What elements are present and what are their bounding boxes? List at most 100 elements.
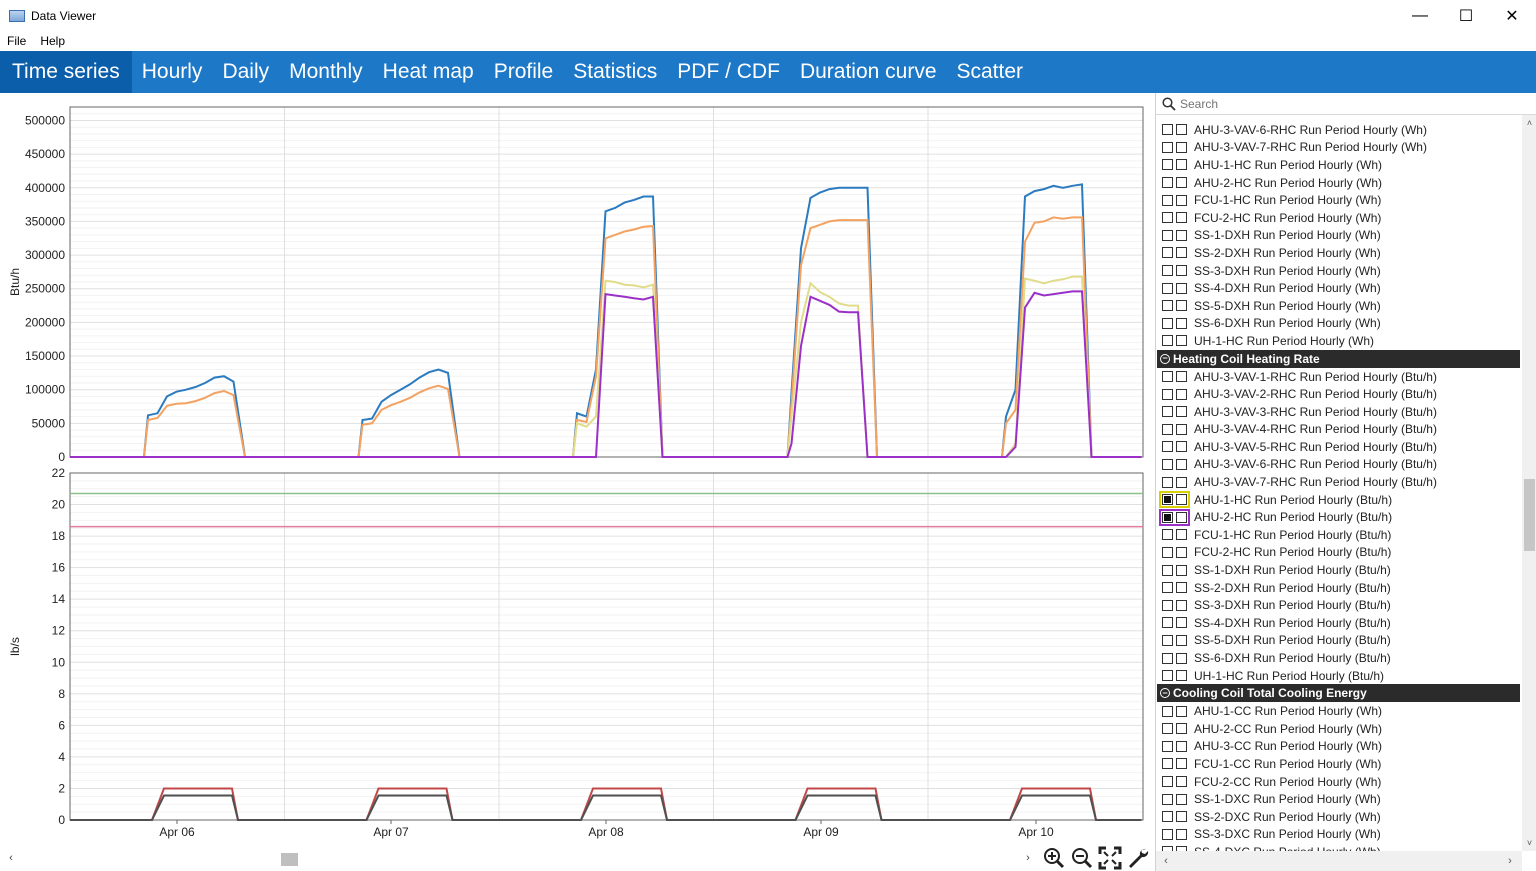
series-checkbox-right-axis[interactable] xyxy=(1176,423,1187,435)
series-checkbox-left-axis[interactable] xyxy=(1162,793,1173,805)
series-checkbox-right-axis[interactable] xyxy=(1176,317,1187,329)
collapse-icon[interactable]: − xyxy=(1160,688,1170,699)
series-checkbox-left-axis[interactable] xyxy=(1162,458,1173,470)
series-checkbox-right-axis[interactable] xyxy=(1176,300,1187,312)
list-item[interactable]: FCU-1-CC Run Period Hourly (Wh) xyxy=(1156,755,1522,773)
series-checkbox-left-axis[interactable] xyxy=(1162,265,1173,277)
tab-hourly[interactable]: Hourly xyxy=(132,51,213,93)
zoom-out-button[interactable] xyxy=(1068,844,1096,871)
series-checkbox-left-axis[interactable] xyxy=(1162,617,1173,629)
series-checkbox-right-axis[interactable] xyxy=(1176,546,1187,558)
series-checkbox-left-axis[interactable] xyxy=(1162,740,1173,752)
list-item[interactable]: AHU-1-HC Run Period Hourly (Btu/h) xyxy=(1156,491,1522,509)
series-checkbox-left-axis[interactable] xyxy=(1162,423,1173,435)
group-header[interactable]: − Heating Coil Heating Rate xyxy=(1157,349,1520,368)
fit-all-button[interactable] xyxy=(1096,844,1124,871)
collapse-icon[interactable]: − xyxy=(1160,353,1170,364)
search-input[interactable] xyxy=(1180,96,1510,111)
series-checkbox-left-axis[interactable] xyxy=(1162,335,1173,347)
series-checkbox-right-axis[interactable] xyxy=(1176,282,1187,294)
series-checkbox-left-axis[interactable] xyxy=(1162,300,1173,312)
series-checkbox-left-axis[interactable] xyxy=(1162,828,1173,840)
zoom-in-button[interactable] xyxy=(1040,844,1068,871)
scroll-up-icon[interactable]: ˄ xyxy=(1522,115,1536,131)
series-checkbox-left-axis[interactable] xyxy=(1162,371,1173,383)
list-item[interactable]: SS-5-DXH Run Period Hourly (Btu/h) xyxy=(1156,632,1522,650)
series-checkbox-left-axis[interactable] xyxy=(1162,229,1173,241)
series-checkbox-right-axis[interactable] xyxy=(1176,617,1187,629)
list-item[interactable]: SS-6-DXH Run Period Hourly (Wh) xyxy=(1156,315,1522,333)
series-checkbox-right-axis[interactable] xyxy=(1176,564,1187,576)
series-checkbox-right-axis[interactable] xyxy=(1176,247,1187,259)
series-checkbox-left-axis[interactable] xyxy=(1162,441,1173,453)
series-checkbox-right-axis[interactable] xyxy=(1176,511,1187,523)
list-item[interactable]: FCU-2-HC Run Period Hourly (Btu/h) xyxy=(1156,544,1522,562)
tab-profile[interactable]: Profile xyxy=(484,51,564,93)
series-checkbox-left-axis[interactable] xyxy=(1162,582,1173,594)
list-item[interactable]: AHU-2-CC Run Period Hourly (Wh) xyxy=(1156,720,1522,738)
list-item[interactable]: SS-2-DXH Run Period Hourly (Btu/h) xyxy=(1156,579,1522,597)
list-item[interactable]: AHU-2-HC Run Period Hourly (Wh) xyxy=(1156,174,1522,192)
series-checkbox-right-axis[interactable] xyxy=(1176,705,1187,717)
series-checkbox-left-axis[interactable] xyxy=(1162,317,1173,329)
series-checkbox-right-axis[interactable] xyxy=(1176,335,1187,347)
series-checkbox-left-axis[interactable] xyxy=(1162,723,1173,735)
series-checkbox-right-axis[interactable] xyxy=(1176,124,1187,136)
list-item[interactable]: AHU-3-VAV-1-RHC Run Period Hourly (Btu/h… xyxy=(1156,368,1522,386)
series-checkbox-right-axis[interactable] xyxy=(1176,194,1187,206)
series-checkbox-left-axis[interactable] xyxy=(1162,529,1173,541)
list-item[interactable]: SS-1-DXH Run Period Hourly (Wh) xyxy=(1156,227,1522,245)
list-item[interactable]: UH-1-HC Run Period Hourly (Wh) xyxy=(1156,332,1522,350)
time-series-charts[interactable]: 0 50000 100000 150000 200000 250000 300000 3500… xyxy=(0,93,1155,843)
series-checkbox-left-axis[interactable] xyxy=(1162,670,1173,682)
list-item[interactable]: AHU-1-HC Run Period Hourly (Wh) xyxy=(1156,156,1522,174)
series-checkbox-right-axis[interactable] xyxy=(1176,793,1187,805)
list-item[interactable]: AHU-3-VAV-7-RHC Run Period Hourly (Btu/h… xyxy=(1156,473,1522,491)
list-item[interactable]: SS-2-DXC Run Period Hourly (Wh) xyxy=(1156,808,1522,826)
series-checkbox-right-axis[interactable] xyxy=(1176,811,1187,823)
series-checkbox-left-axis[interactable] xyxy=(1162,406,1173,418)
series-checkbox-right-axis[interactable] xyxy=(1176,229,1187,241)
series-checkbox-left-axis[interactable] xyxy=(1162,652,1173,664)
list-item[interactable]: AHU-3-VAV-6-RHC Run Period Hourly (Wh) xyxy=(1156,121,1522,139)
series-checkbox-left-axis[interactable] xyxy=(1162,247,1173,259)
series-checkbox-right-axis[interactable] xyxy=(1176,159,1187,171)
series-checkbox-right-axis[interactable] xyxy=(1176,388,1187,400)
list-item[interactable]: SS-6-DXH Run Period Hourly (Btu/h) xyxy=(1156,649,1522,667)
series-checkbox-left-axis[interactable] xyxy=(1162,282,1173,294)
list-vertical-scrollbar[interactable]: ˄ ˅ xyxy=(1522,115,1536,851)
list-item[interactable]: SS-3-DXH Run Period Hourly (Btu/h) xyxy=(1156,596,1522,614)
series-checkbox-right-axis[interactable] xyxy=(1176,177,1187,189)
series-checkbox-left-axis[interactable] xyxy=(1162,141,1173,153)
series-checkbox-right-axis[interactable] xyxy=(1176,828,1187,840)
series-checkbox-left-axis[interactable] xyxy=(1162,564,1173,576)
chart-horizontal-scrollbar[interactable]: ‹ › xyxy=(0,849,1040,867)
list-item[interactable]: UH-1-HC Run Period Hourly (Btu/h) xyxy=(1156,667,1522,685)
tab-heat-map[interactable]: Heat map xyxy=(373,51,484,93)
series-checkbox-left-axis[interactable] xyxy=(1162,546,1173,558)
list-item[interactable]: SS-4-DXH Run Period Hourly (Btu/h) xyxy=(1156,614,1522,632)
series-checkbox-right-axis[interactable] xyxy=(1176,776,1187,788)
series-checkbox-right-axis[interactable] xyxy=(1176,406,1187,418)
series-checkbox-right-axis[interactable] xyxy=(1176,141,1187,153)
menu-file[interactable]: File xyxy=(0,34,33,48)
series-checkbox-right-axis[interactable] xyxy=(1176,670,1187,682)
list-item[interactable]: AHU-3-VAV-7-RHC Run Period Hourly (Wh) xyxy=(1156,139,1522,157)
list-item[interactable]: AHU-3-VAV-2-RHC Run Period Hourly (Btu/h… xyxy=(1156,385,1522,403)
tab-scatter[interactable]: Scatter xyxy=(947,51,1034,93)
list-item[interactable]: AHU-3-VAV-6-RHC Run Period Hourly (Btu/h… xyxy=(1156,456,1522,474)
series-checkbox-right-axis[interactable] xyxy=(1176,212,1187,224)
series-checkbox-right-axis[interactable] xyxy=(1176,371,1187,383)
close-button[interactable]: ✕ xyxy=(1489,0,1535,31)
maximize-button[interactable]: ☐ xyxy=(1443,0,1489,31)
list-item[interactable]: AHU-1-CC Run Period Hourly (Wh) xyxy=(1156,702,1522,720)
scroll-thumb[interactable] xyxy=(281,853,298,866)
series-checkbox-left-axis[interactable] xyxy=(1162,811,1173,823)
series-checkbox-right-axis[interactable] xyxy=(1176,634,1187,646)
list-item[interactable]: AHU-3-VAV-5-RHC Run Period Hourly (Btu/h… xyxy=(1156,438,1522,456)
series-checkbox-right-axis[interactable] xyxy=(1176,599,1187,611)
tab-pdf-cdf[interactable]: PDF / CDF xyxy=(667,51,790,93)
list-horizontal-scrollbar[interactable]: ‹ › xyxy=(1156,851,1522,871)
tab-time-series[interactable]: Time series xyxy=(0,51,132,93)
settings-button[interactable] xyxy=(1124,844,1152,871)
